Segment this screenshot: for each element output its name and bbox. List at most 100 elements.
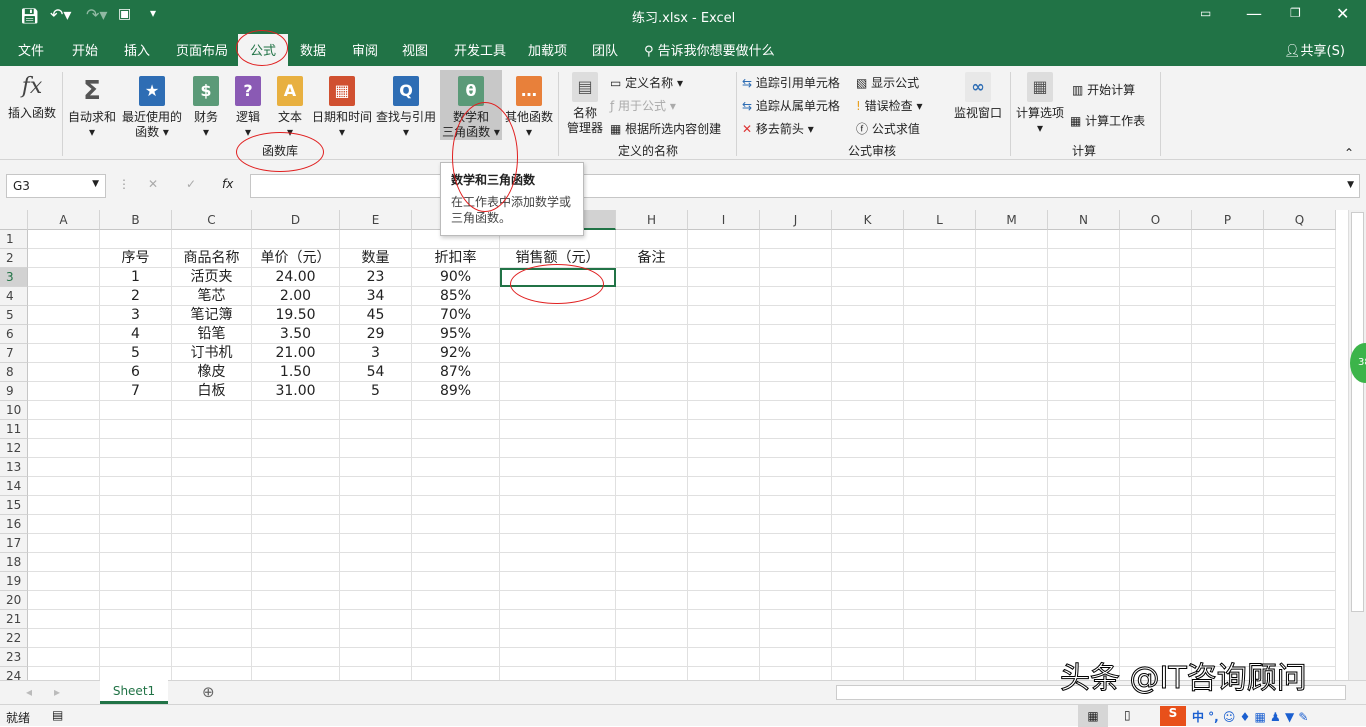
cell-L4[interactable] (904, 287, 976, 306)
cell-G13[interactable] (500, 458, 616, 477)
cell-E13[interactable] (340, 458, 412, 477)
cell-B18[interactable] (100, 553, 172, 572)
cell-G18[interactable] (500, 553, 616, 572)
cell-P17[interactable] (1192, 534, 1264, 553)
cell-A13[interactable] (28, 458, 100, 477)
cell-Q21[interactable] (1264, 610, 1336, 629)
cell-B3[interactable]: 1 (100, 268, 172, 287)
cell-E3[interactable]: 23 (340, 268, 412, 287)
column-header-C[interactable]: C (172, 210, 252, 230)
cell-E9[interactable]: 5 (340, 382, 412, 401)
cell-H2[interactable]: 备注 (616, 249, 688, 268)
cell-A10[interactable] (28, 401, 100, 420)
cell-J11[interactable] (760, 420, 832, 439)
cell-M21[interactable] (976, 610, 1048, 629)
cell-E12[interactable] (340, 439, 412, 458)
cell-J24[interactable] (760, 667, 832, 680)
cell-N15[interactable] (1048, 496, 1120, 515)
cell-H20[interactable] (616, 591, 688, 610)
cell-N10[interactable] (1048, 401, 1120, 420)
cell-H16[interactable] (616, 515, 688, 534)
cell-L17[interactable] (904, 534, 976, 553)
cell-N6[interactable] (1048, 325, 1120, 344)
cell-J17[interactable] (760, 534, 832, 553)
cell-F9[interactable]: 89% (412, 382, 500, 401)
cell-P18[interactable] (1192, 553, 1264, 572)
cell-H19[interactable] (616, 572, 688, 591)
cell-O11[interactable] (1120, 420, 1192, 439)
cell-O6[interactable] (1120, 325, 1192, 344)
define-name-button[interactable]: ▭ 定义名称 ▾ (610, 74, 683, 91)
row-header-24[interactable]: 24 (0, 667, 28, 680)
cell-A4[interactable] (28, 287, 100, 306)
cell-L9[interactable] (904, 382, 976, 401)
cell-D10[interactable] (252, 401, 340, 420)
cell-D5[interactable]: 19.50 (252, 306, 340, 325)
insert-function-button[interactable]: fx 插入函数 (4, 66, 60, 121)
cell-L18[interactable] (904, 553, 976, 572)
cell-J14[interactable] (760, 477, 832, 496)
cell-K13[interactable] (832, 458, 904, 477)
cell-E23[interactable] (340, 648, 412, 667)
cell-K6[interactable] (832, 325, 904, 344)
cell-P14[interactable] (1192, 477, 1264, 496)
row-header-3[interactable]: 3 (0, 268, 28, 287)
cell-L13[interactable] (904, 458, 976, 477)
cell-H1[interactable] (616, 230, 688, 249)
cell-C8[interactable]: 橡皮 (172, 363, 252, 382)
cell-L7[interactable] (904, 344, 976, 363)
redo-icon[interactable]: ↷▾ (86, 5, 107, 24)
row-header-21[interactable]: 21 (0, 610, 28, 629)
cell-J15[interactable] (760, 496, 832, 515)
cell-J6[interactable] (760, 325, 832, 344)
cell-K17[interactable] (832, 534, 904, 553)
cell-J2[interactable] (760, 249, 832, 268)
row-header-16[interactable]: 16 (0, 515, 28, 534)
cell-P11[interactable] (1192, 420, 1264, 439)
close-icon[interactable]: ✕ (1336, 4, 1349, 23)
cell-I11[interactable] (688, 420, 760, 439)
cell-E20[interactable] (340, 591, 412, 610)
ime-logo-icon[interactable]: S (1160, 706, 1186, 726)
cell-E6[interactable]: 29 (340, 325, 412, 344)
column-header-K[interactable]: K (832, 210, 904, 230)
row-header-18[interactable]: 18 (0, 553, 28, 572)
cell-E4[interactable]: 34 (340, 287, 412, 306)
cell-A19[interactable] (28, 572, 100, 591)
cell-Q7[interactable] (1264, 344, 1336, 363)
cell-P19[interactable] (1192, 572, 1264, 591)
cell-O19[interactable] (1120, 572, 1192, 591)
cell-N8[interactable] (1048, 363, 1120, 382)
cell-G15[interactable] (500, 496, 616, 515)
cell-L22[interactable] (904, 629, 976, 648)
cell-P8[interactable] (1192, 363, 1264, 382)
cell-Q10[interactable] (1264, 401, 1336, 420)
cell-H14[interactable] (616, 477, 688, 496)
cell-J23[interactable] (760, 648, 832, 667)
cell-D23[interactable] (252, 648, 340, 667)
cell-I7[interactable] (688, 344, 760, 363)
column-header-J[interactable]: J (760, 210, 832, 230)
cell-O21[interactable] (1120, 610, 1192, 629)
cell-Q11[interactable] (1264, 420, 1336, 439)
tab-0[interactable]: 文件 (18, 40, 44, 59)
cell-H22[interactable] (616, 629, 688, 648)
cell-K11[interactable] (832, 420, 904, 439)
cell-P6[interactable] (1192, 325, 1264, 344)
cell-C14[interactable] (172, 477, 252, 496)
cell-B23[interactable] (100, 648, 172, 667)
trace-precedents-button[interactable]: ⇆ 追踪引用单元格 (742, 74, 840, 91)
cell-G14[interactable] (500, 477, 616, 496)
row-header-23[interactable]: 23 (0, 648, 28, 667)
cell-C23[interactable] (172, 648, 252, 667)
cell-J20[interactable] (760, 591, 832, 610)
column-header-L[interactable]: L (904, 210, 976, 230)
cell-E11[interactable] (340, 420, 412, 439)
cell-B7[interactable]: 5 (100, 344, 172, 363)
cell-A3[interactable] (28, 268, 100, 287)
cell-I1[interactable] (688, 230, 760, 249)
cell-G8[interactable] (500, 363, 616, 382)
cell-B20[interactable] (100, 591, 172, 610)
cell-K4[interactable] (832, 287, 904, 306)
cell-F19[interactable] (412, 572, 500, 591)
